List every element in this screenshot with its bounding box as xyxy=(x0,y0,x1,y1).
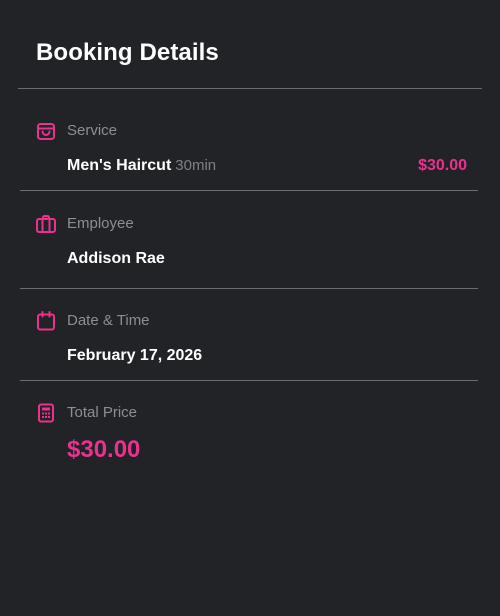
service-name: Men's Haircut xyxy=(67,157,172,174)
calendar-icon xyxy=(35,310,57,332)
employee-label: Employee xyxy=(67,215,134,232)
datetime-label: Date & Time xyxy=(67,312,150,329)
datetime-value: February 17, 2026 xyxy=(67,347,203,364)
employee-name: Addison Rae xyxy=(67,250,165,267)
employee-section: Employee Addison Rae xyxy=(20,190,478,289)
service-duration: 30min xyxy=(175,157,217,174)
briefcase-icon xyxy=(35,213,57,235)
total-section: Total Price $30.00 xyxy=(20,380,478,480)
total-label: Total Price xyxy=(67,404,138,421)
page-title: Booking Details xyxy=(36,39,219,66)
shopping-bag-icon xyxy=(35,120,57,142)
calculator-icon xyxy=(35,402,57,424)
total-price: $30.00 xyxy=(67,436,141,463)
booking-details-panel: Booking Details Service Men's Haircut 30m… xyxy=(0,0,500,616)
service-label: Service xyxy=(67,122,118,139)
service-section: Service Men's Haircut 30min $30.00 xyxy=(20,88,478,191)
service-name-row: Men's Haircut 30min xyxy=(67,157,216,175)
datetime-section: Date & Time February 17, 2026 xyxy=(20,288,478,381)
service-price: $30.00 xyxy=(418,157,467,174)
